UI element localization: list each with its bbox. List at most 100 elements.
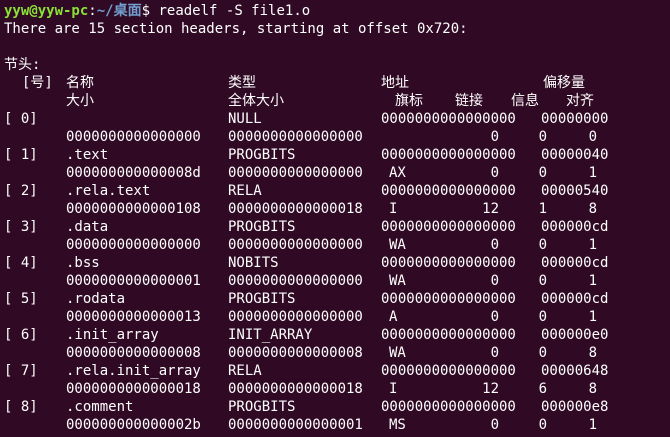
section-type: PROGBITS bbox=[228, 219, 296, 235]
section-name: .data bbox=[66, 219, 109, 235]
section-address: 0000000000000000 bbox=[381, 183, 516, 199]
section-size: 0000000000000108 bbox=[66, 201, 201, 217]
section-row-detail: 0000000000000000 0000000000000000 WA 0 0 1 bbox=[4, 236, 670, 254]
section-entsize: 0000000000000000 bbox=[228, 129, 363, 145]
section-size: 0000000000000000 bbox=[66, 237, 201, 253]
header-link: 链接 bbox=[455, 93, 483, 109]
section-offset: 000000cd bbox=[541, 219, 609, 235]
section-info: 0 bbox=[538, 273, 547, 289]
section-address: 0000000000000000 bbox=[381, 327, 516, 343]
section-row: [ 6] .init_array INIT_ARRAY 000000000000000… bbox=[4, 326, 670, 344]
section-link: 0 bbox=[490, 129, 499, 145]
section-name: .comment bbox=[66, 399, 134, 415]
section-type: RELA bbox=[228, 363, 262, 379]
section-row: [ 8] .comment PROGBITS 0000000000000000 0000… bbox=[4, 398, 670, 416]
section-flags: I bbox=[389, 381, 398, 397]
section-type: PROGBITS bbox=[228, 291, 296, 307]
section-type: RELA bbox=[228, 183, 262, 199]
prompt-path: ~/桌面 bbox=[96, 3, 142, 19]
section-flags: A bbox=[389, 309, 398, 325]
section-link: 0 bbox=[490, 417, 499, 433]
section-row-detail: 0000000000000013 0000000000000000 A 0 0 1 bbox=[4, 308, 670, 326]
section-size: 000000000000008d bbox=[66, 165, 201, 181]
section-align: 8 bbox=[588, 201, 597, 217]
prompt-user-host: yyw@yyw-pc bbox=[4, 3, 89, 19]
section-offset: 000000e0 bbox=[541, 327, 609, 343]
section-align: 1 bbox=[588, 273, 597, 289]
section-row-detail: 0000000000000000 0000000000000000 0 0 0 bbox=[4, 128, 670, 146]
section-info: 6 bbox=[538, 381, 547, 397]
section-index: [ 1] bbox=[4, 147, 38, 163]
section-flags: AX bbox=[389, 165, 406, 181]
section-offset: 00000040 bbox=[541, 147, 609, 163]
section-link: 12 bbox=[482, 381, 499, 397]
section-offset: 00000648 bbox=[541, 363, 609, 379]
section-entsize: 0000000000000001 bbox=[228, 417, 363, 433]
header-info: 信息 bbox=[511, 93, 539, 109]
section-index: [ 3] bbox=[4, 219, 38, 235]
section-flags: WA bbox=[389, 345, 406, 361]
section-address: 0000000000000000 bbox=[381, 399, 516, 415]
section-info: 0 bbox=[538, 345, 547, 361]
section-entsize: 0000000000000018 bbox=[228, 201, 363, 217]
header-row-2: 大小 全体大小 旗标 链接 信息 对齐 bbox=[4, 92, 670, 110]
section-row: [ 0] NULL 0000000000000000 00000000 bbox=[4, 110, 670, 128]
section-name: .rela.init_array bbox=[66, 363, 201, 379]
section-type: INIT_ARRAY bbox=[228, 327, 313, 343]
section-align: 8 bbox=[588, 345, 597, 361]
section-offset: 000000e8 bbox=[541, 399, 609, 415]
section-align: 1 bbox=[588, 165, 597, 181]
section-info: 0 bbox=[538, 417, 547, 433]
section-size: 0000000000000013 bbox=[66, 309, 201, 325]
section-row: [ 2] .rela.text RELA 0000000000000000 000005… bbox=[4, 182, 670, 200]
section-entsize: 0000000000000000 bbox=[228, 165, 363, 181]
section-index: [ 6] bbox=[4, 327, 38, 343]
section-type: PROGBITS bbox=[228, 399, 296, 415]
section-link: 0 bbox=[490, 165, 499, 181]
header-align: 对齐 bbox=[566, 93, 594, 109]
section-entsize: 0000000000000008 bbox=[228, 345, 363, 361]
section-row: [ 4] .bss NOBITS 0000000000000000 000000cd bbox=[4, 254, 670, 272]
prompt-symbol: $ bbox=[141, 3, 151, 19]
section-offset: 000000cd bbox=[541, 255, 609, 271]
section-address: 0000000000000000 bbox=[381, 255, 516, 271]
section-offset: 000000cd bbox=[541, 291, 609, 307]
section-size: 0000000000000001 bbox=[66, 273, 201, 289]
header-type: 类型 bbox=[228, 75, 256, 91]
section-address: 0000000000000000 bbox=[381, 291, 516, 307]
section-row: [ 3] .data PROGBITS 0000000000000000 000000c… bbox=[4, 218, 670, 236]
section-size: 0000000000000000 bbox=[66, 129, 201, 145]
section-flags: MS bbox=[389, 417, 406, 433]
section-size: 000000000000002b bbox=[66, 417, 201, 433]
section-index: [ 4] bbox=[4, 255, 38, 271]
section-row-detail: 0000000000000018 0000000000000018 I 12 6 8 bbox=[4, 380, 670, 398]
section-info: 0 bbox=[538, 237, 547, 253]
section-align: 1 bbox=[588, 237, 597, 253]
section-address: 0000000000000000 bbox=[381, 219, 516, 235]
section-index: [ 7] bbox=[4, 363, 38, 379]
summary-line: There are 15 section headers, starting a… bbox=[4, 21, 468, 37]
section-align: 8 bbox=[588, 381, 597, 397]
section-row-detail: 0000000000000108 0000000000000018 I 12 1 8 bbox=[4, 200, 670, 218]
command-text: readelf -S file1.o bbox=[158, 3, 311, 19]
section-row-detail: 000000000000008d 0000000000000000 AX 0 0 1 bbox=[4, 164, 670, 182]
section-row-detail: 0000000000000008 0000000000000008 WA 0 0 8 bbox=[4, 344, 670, 362]
section-offset: 00000000 bbox=[541, 111, 609, 127]
section-align: 0 bbox=[588, 129, 597, 145]
header-size: 大小 bbox=[66, 93, 94, 109]
section-size: 0000000000000018 bbox=[66, 381, 201, 397]
header-offset: 偏移量 bbox=[543, 75, 585, 91]
section-info: 0 bbox=[538, 165, 547, 181]
section-type: PROGBITS bbox=[228, 147, 296, 163]
section-align: 1 bbox=[588, 417, 597, 433]
section-link: 0 bbox=[490, 273, 499, 289]
section-name: .bss bbox=[66, 255, 100, 271]
terminal-window[interactable]: yyw@yyw-pc:~/桌面$ readelf -S file1.o Ther… bbox=[0, 0, 670, 437]
section-flags: WA bbox=[389, 273, 406, 289]
section-entsize: 0000000000000000 bbox=[228, 237, 363, 253]
section-info: 0 bbox=[538, 309, 547, 325]
section-address: 0000000000000000 bbox=[381, 111, 516, 127]
section-name: .init_array bbox=[66, 327, 159, 343]
header-entsize: 全体大小 bbox=[228, 93, 284, 109]
